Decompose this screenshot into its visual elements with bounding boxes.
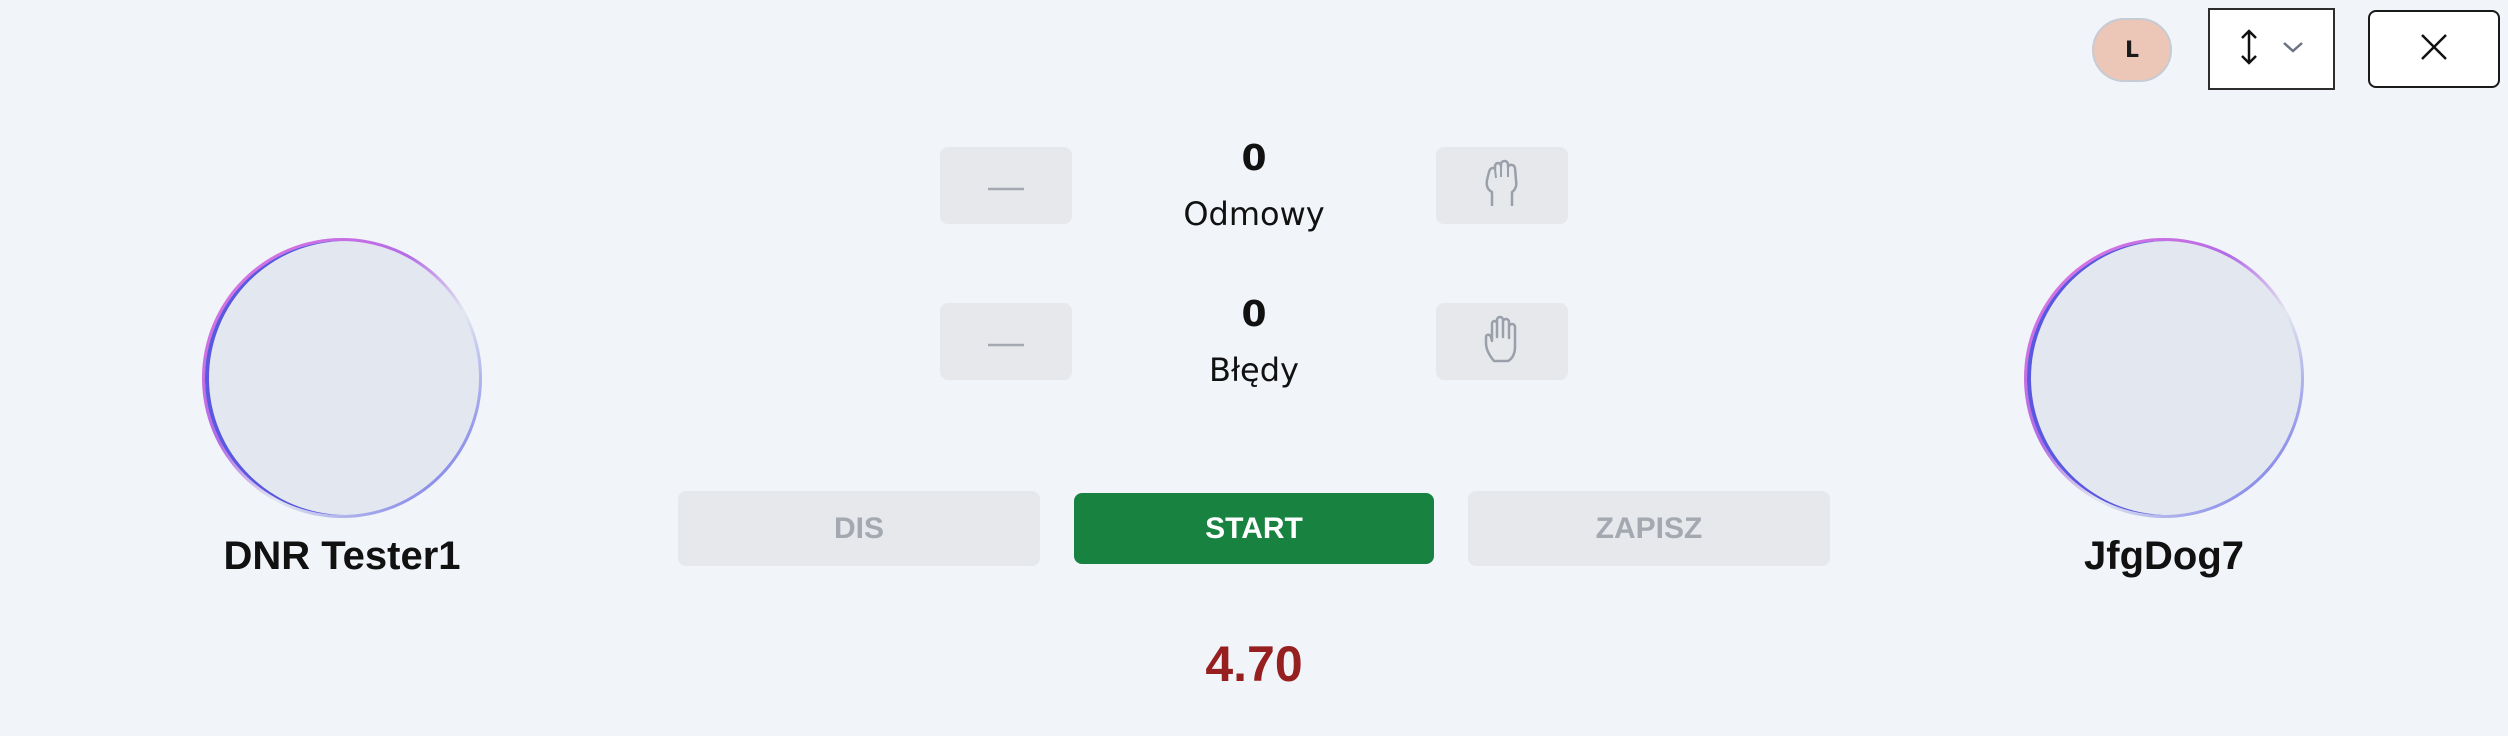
user-avatar-badge[interactable]: L (2092, 18, 2172, 82)
faults-count: 0 (1241, 294, 1267, 335)
player-right-avatar (2024, 238, 2304, 518)
timer-display: 4.70 (1205, 636, 1303, 692)
faults-label: Błędy (1209, 351, 1299, 389)
start-button[interactable]: START (1074, 493, 1434, 564)
player-left: DNR Tester1 (197, 238, 487, 579)
user-initial: L (2124, 37, 2140, 63)
faults-decrement-button[interactable] (940, 303, 1072, 380)
close-icon (2418, 31, 2450, 67)
refusals-decrement-button[interactable] (940, 147, 1072, 224)
vertical-arrows-icon (2239, 27, 2259, 71)
chevron-down-icon (2281, 39, 2305, 59)
player-right-name: JfgDog7 (2084, 534, 2244, 578)
minus-icon (988, 332, 1024, 351)
minus-icon (988, 176, 1024, 195)
refusals-count: 0 (1241, 138, 1267, 179)
player-left-name: DNR Tester1 (223, 534, 461, 578)
player-right: JfgDog7 (2019, 238, 2309, 579)
player-left-avatar (202, 238, 482, 518)
close-button[interactable] (2368, 10, 2500, 88)
sort-order-dropdown[interactable] (2208, 8, 2335, 90)
open-hand-icon (1482, 315, 1522, 369)
dis-button[interactable]: DIS (678, 491, 1040, 566)
refusals-increment-button[interactable] (1436, 147, 1568, 224)
save-button[interactable]: ZAPISZ (1468, 491, 1830, 566)
refusals-label: Odmowy (1183, 195, 1325, 233)
fist-icon (1482, 158, 1522, 214)
faults-increment-button[interactable] (1436, 303, 1568, 380)
